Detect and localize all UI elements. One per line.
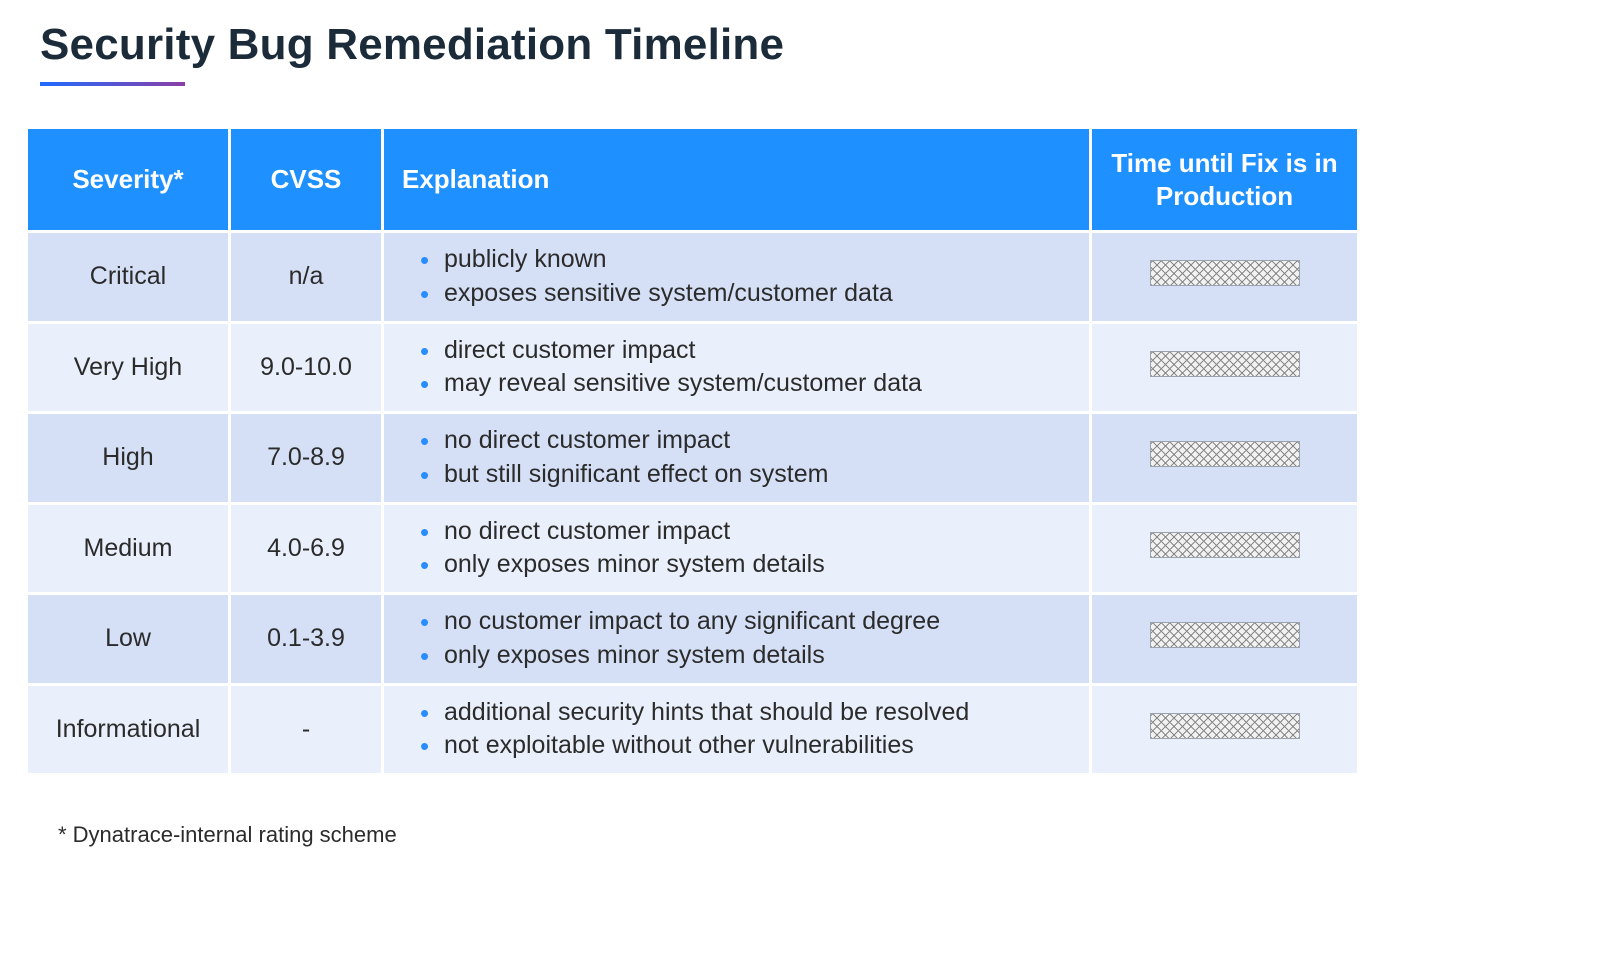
redacted-block xyxy=(1150,260,1300,286)
explanation-cell: no direct customer impact but still sign… xyxy=(384,414,1089,502)
explanation-item: only exposes minor system details xyxy=(426,639,1075,673)
cvss-cell: 9.0-10.0 xyxy=(231,324,381,412)
severity-cell: High xyxy=(28,414,228,502)
time-cell xyxy=(1092,686,1357,774)
explanation-item: no direct customer impact xyxy=(426,515,1075,549)
table-row: Low 0.1-3.9 no customer impact to any si… xyxy=(28,595,1357,683)
explanation-item: only exposes minor system details xyxy=(426,548,1075,582)
explanation-item: no customer impact to any significant de… xyxy=(426,605,1075,639)
explanation-cell: direct customer impact may reveal sensit… xyxy=(384,324,1089,412)
explanation-list: no direct customer impact but still sign… xyxy=(398,424,1075,492)
col-header-cvss: CVSS xyxy=(231,129,381,230)
time-cell xyxy=(1092,595,1357,683)
cvss-cell: 0.1-3.9 xyxy=(231,595,381,683)
explanation-cell: additional security hints that should be… xyxy=(384,686,1089,774)
severity-cell: Medium xyxy=(28,505,228,593)
explanation-item: publicly known xyxy=(426,243,1075,277)
redacted-block xyxy=(1150,713,1300,739)
footnote: * Dynatrace-internal rating scheme xyxy=(58,822,1560,848)
table-row: Critical n/a publicly known exposes sens… xyxy=(28,233,1357,321)
explanation-list: direct customer impact may reveal sensit… xyxy=(398,334,1075,402)
redacted-block xyxy=(1150,622,1300,648)
col-header-explanation: Explanation xyxy=(384,129,1089,230)
table-row: Medium 4.0-6.9 no direct customer impact… xyxy=(28,505,1357,593)
explanation-cell: no direct customer impact only exposes m… xyxy=(384,505,1089,593)
time-cell xyxy=(1092,233,1357,321)
cvss-cell: 4.0-6.9 xyxy=(231,505,381,593)
redacted-block xyxy=(1150,351,1300,377)
explanation-list: publicly known exposes sensitive system/… xyxy=(398,243,1075,311)
severity-table: Severity* CVSS Explanation Time until Fi… xyxy=(25,126,1360,776)
severity-cell: Critical xyxy=(28,233,228,321)
table-row: High 7.0-8.9 no direct customer impact b… xyxy=(28,414,1357,502)
table-header-row: Severity* CVSS Explanation Time until Fi… xyxy=(28,129,1357,230)
explanation-item: additional security hints that should be… xyxy=(426,696,1075,730)
explanation-item: no direct customer impact xyxy=(426,424,1075,458)
explanation-list: no customer impact to any significant de… xyxy=(398,605,1075,673)
table-row: Very High 9.0-10.0 direct customer impac… xyxy=(28,324,1357,412)
explanation-cell: no customer impact to any significant de… xyxy=(384,595,1089,683)
time-cell xyxy=(1092,414,1357,502)
explanation-list: no direct customer impact only exposes m… xyxy=(398,515,1075,583)
time-cell xyxy=(1092,324,1357,412)
explanation-item: may reveal sensitive system/customer dat… xyxy=(426,367,1075,401)
redacted-block xyxy=(1150,441,1300,467)
time-cell xyxy=(1092,505,1357,593)
explanation-item: direct customer impact xyxy=(426,334,1075,368)
col-header-time: Time until Fix is in Production xyxy=(1092,129,1357,230)
severity-cell: Low xyxy=(28,595,228,683)
explanation-item: exposes sensitive system/customer data xyxy=(426,277,1075,311)
explanation-item: not exploitable without other vulnerabil… xyxy=(426,729,1075,763)
cvss-cell: - xyxy=(231,686,381,774)
table-row: Informational - additional security hint… xyxy=(28,686,1357,774)
redacted-block xyxy=(1150,532,1300,558)
table-body: Critical n/a publicly known exposes sens… xyxy=(28,233,1357,773)
title-underline xyxy=(40,82,185,86)
page-title: Security Bug Remediation Timeline xyxy=(40,20,1560,70)
explanation-item: but still significant effect on system xyxy=(426,458,1075,492)
severity-cell: Informational xyxy=(28,686,228,774)
slide: Security Bug Remediation Timeline Severi… xyxy=(0,0,1600,888)
explanation-list: additional security hints that should be… xyxy=(398,696,1075,764)
cvss-cell: 7.0-8.9 xyxy=(231,414,381,502)
col-header-severity: Severity* xyxy=(28,129,228,230)
cvss-cell: n/a xyxy=(231,233,381,321)
severity-cell: Very High xyxy=(28,324,228,412)
explanation-cell: publicly known exposes sensitive system/… xyxy=(384,233,1089,321)
